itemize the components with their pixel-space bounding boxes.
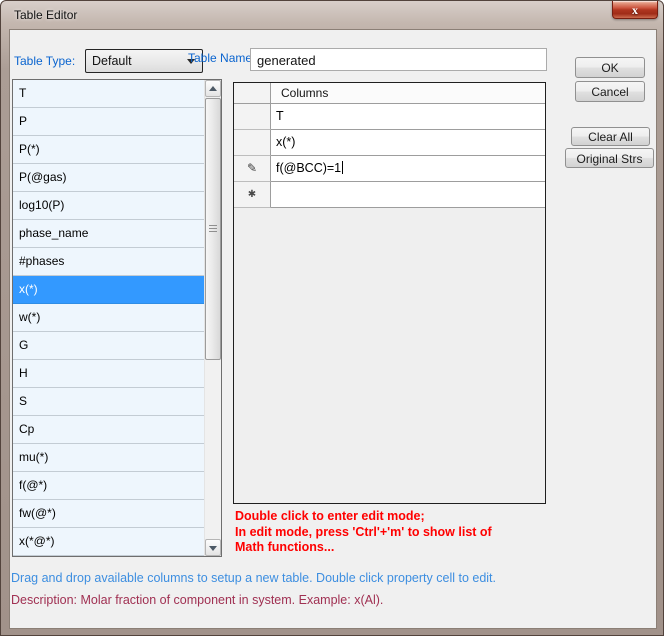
- list-item[interactable]: fw(@*): [13, 500, 204, 528]
- scrollbar-down-button[interactable]: [205, 539, 221, 556]
- list-item[interactable]: Cp: [13, 416, 204, 444]
- list-item[interactable]: P(@gas): [13, 164, 204, 192]
- arrow-down-icon: [209, 546, 217, 551]
- edit-mode-note-line: Math functions...: [235, 540, 492, 556]
- list-item[interactable]: P: [13, 108, 204, 136]
- list-scrollbar[interactable]: [204, 80, 221, 556]
- text-caret: [342, 161, 343, 174]
- asterisk-icon: ✱: [248, 189, 256, 200]
- list-item[interactable]: x(*): [13, 276, 204, 304]
- list-item[interactable]: S: [13, 388, 204, 416]
- list-item[interactable]: mu(*): [13, 444, 204, 472]
- arrow-up-icon: [209, 86, 217, 91]
- close-button[interactable]: x: [612, 1, 658, 19]
- list-item[interactable]: phase_name: [13, 220, 204, 248]
- row-edit-indicator[interactable]: ✎: [234, 156, 271, 182]
- edit-mode-note: Double click to enter edit mode; In edit…: [235, 509, 492, 556]
- grid-row: ✱: [234, 182, 545, 208]
- edit-mode-note-line: In edit mode, press 'Ctrl'+'m' to show l…: [235, 525, 492, 541]
- table-name-label: Table Name:: [188, 51, 255, 65]
- grid-corner-cell[interactable]: [234, 83, 271, 104]
- grid-row: x(*): [234, 130, 545, 156]
- grid-cell[interactable]: [271, 182, 545, 208]
- list-item[interactable]: P(*): [13, 136, 204, 164]
- list-item[interactable]: T: [13, 80, 204, 108]
- table-type-value: Default: [92, 54, 132, 68]
- available-columns-list: TPP(*)P(@gas)log10(P)phase_name#phasesx(…: [12, 79, 222, 557]
- list-item[interactable]: G: [13, 332, 204, 360]
- list-item[interactable]: x(*@*): [13, 528, 204, 556]
- table-type-label: Table Type:: [14, 54, 75, 68]
- cancel-button[interactable]: Cancel: [575, 81, 645, 102]
- list-item[interactable]: H: [13, 360, 204, 388]
- edit-mode-note-line: Double click to enter edit mode;: [235, 509, 492, 525]
- drag-drop-hint: Drag and drop available columns to setup…: [11, 571, 496, 585]
- description-text: Description: Molar fraction of component…: [11, 593, 383, 607]
- close-icon: x: [632, 3, 638, 17]
- table-type-dropdown[interactable]: Default: [85, 49, 203, 73]
- available-columns-list-items: TPP(*)P(@gas)log10(P)phase_name#phasesx(…: [13, 80, 204, 556]
- new-row-indicator[interactable]: ✱: [234, 182, 271, 208]
- ok-button[interactable]: OK: [575, 57, 645, 78]
- table-editor-window: Table Editor x Table Type: Default Table…: [0, 0, 664, 636]
- grid-row: T: [234, 104, 545, 130]
- grid-cell-text: f(@BCC)=1: [276, 161, 341, 175]
- dialog-body: Table Type: Default Table Name: generate…: [9, 29, 657, 629]
- grid-cell[interactable]: T: [271, 104, 545, 130]
- grid-row: ✎ f(@BCC)=1: [234, 156, 545, 182]
- list-item[interactable]: w(*): [13, 304, 204, 332]
- list-item[interactable]: f(@*): [13, 472, 204, 500]
- table-name-input[interactable]: generated: [250, 48, 547, 71]
- columns-grid: Columns Tx(*) ✎ f(@BCC)=1 ✱: [233, 82, 546, 504]
- titlebar[interactable]: Table Editor x: [1, 1, 663, 29]
- pencil-icon: ✎: [247, 161, 257, 175]
- scrollbar-thumb[interactable]: [205, 98, 221, 360]
- grid-cell-text: T: [276, 109, 284, 123]
- row-header-cell[interactable]: [234, 104, 271, 130]
- clear-all-button[interactable]: Clear All: [571, 127, 650, 146]
- grid-rows: Tx(*) ✎ f(@BCC)=1 ✱: [234, 104, 545, 208]
- list-item[interactable]: #phases: [13, 248, 204, 276]
- columns-header-cell[interactable]: Columns: [271, 83, 545, 104]
- window-title: Table Editor: [14, 8, 77, 22]
- scrollbar-grip-icon: [209, 225, 217, 234]
- grid-cell[interactable]: f(@BCC)=1: [271, 156, 545, 182]
- grid-cell[interactable]: x(*): [271, 130, 545, 156]
- grid-cell-text: x(*): [276, 135, 295, 149]
- list-item[interactable]: log10(P): [13, 192, 204, 220]
- row-header-cell[interactable]: [234, 130, 271, 156]
- original-strs-button[interactable]: Original Strs: [565, 148, 654, 168]
- grid-header-row: Columns: [234, 83, 545, 104]
- scrollbar-up-button[interactable]: [205, 80, 221, 97]
